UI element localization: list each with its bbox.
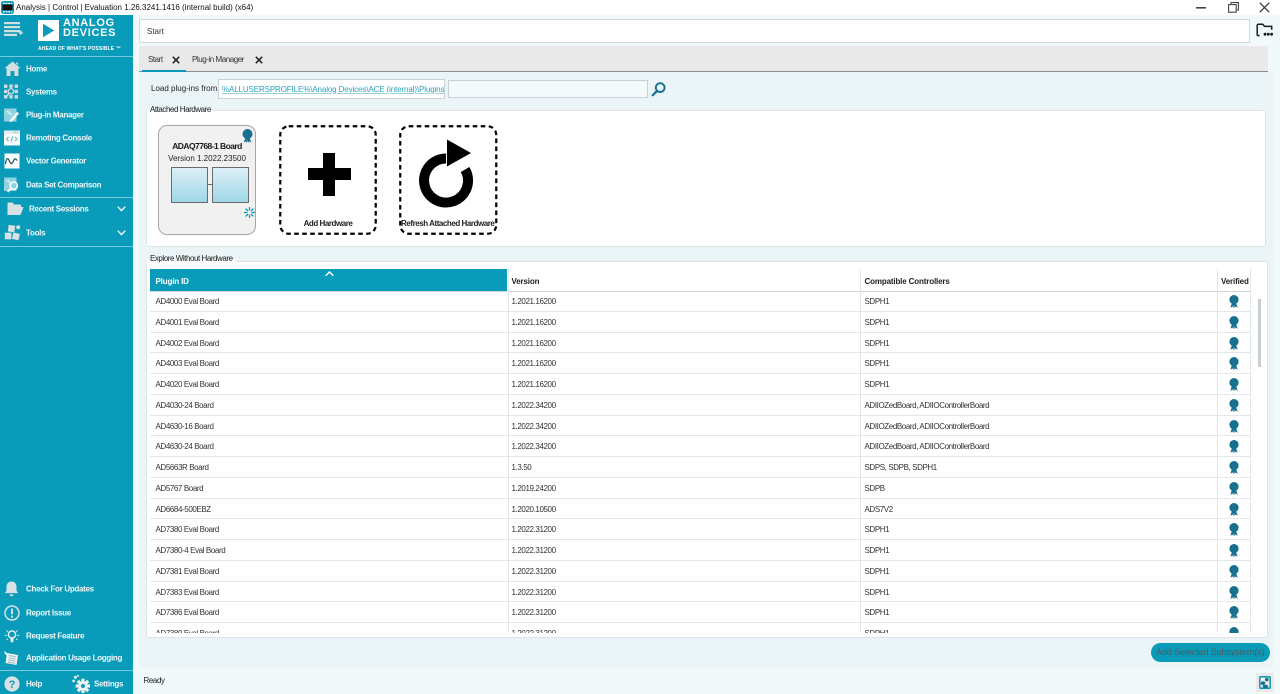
svg-text:?: ?	[9, 679, 16, 691]
